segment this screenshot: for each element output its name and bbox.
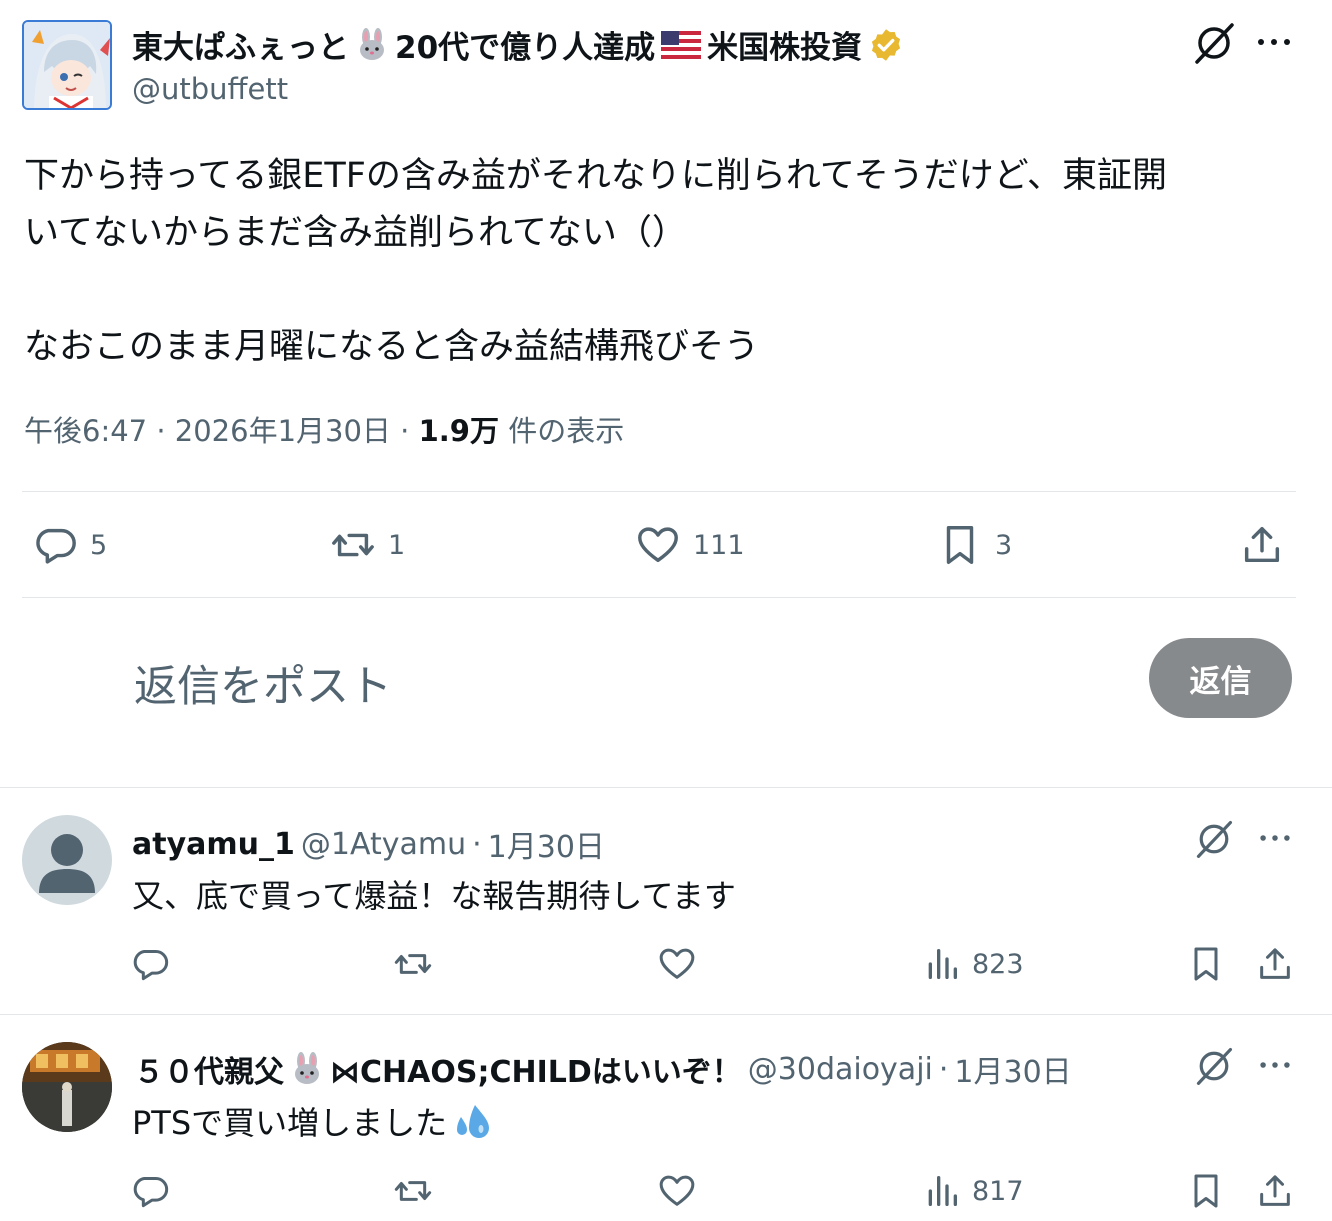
grok-icon[interactable] (1193, 1045, 1235, 1087)
reply-author-name[interactable]: atyamu_1 (132, 827, 295, 862)
more-options-icon[interactable] (1258, 827, 1292, 849)
reply-handle[interactable]: @1Atyamu (301, 827, 466, 862)
views-label: 件の表示 (508, 414, 625, 448)
reply-action[interactable] (130, 1171, 170, 1211)
reply-header: atyamu_1 @1Atyamu · 1月30日 (132, 822, 605, 866)
reply-header: ５０代親父 ⋈CHAOS;CHILDはいいぞ！ @30daioyaji · 1月… (134, 1047, 1072, 1091)
tweet-text: 下から持ってる銀ETFの含み益がそれなりに削られてそうだけど、東証開 いてないか… (24, 156, 1168, 367)
bookmark-icon (1186, 944, 1226, 984)
reply-handle[interactable]: @30daioyaji (748, 1052, 933, 1087)
avatar[interactable] (22, 1042, 112, 1132)
views-count: 817 (972, 1175, 1024, 1207)
bookmark-icon (1186, 1171, 1226, 1211)
like-action[interactable] (657, 944, 697, 984)
reply-author-name[interactable]: ５０代親父 (134, 1047, 284, 1091)
meta-separator: · (400, 414, 410, 448)
bookmark-count: 3 (995, 529, 1013, 561)
reply-text-content: PTSで買い増しました (132, 1104, 448, 1142)
meta-separator: · (938, 1051, 949, 1087)
divider (22, 491, 1296, 492)
reply-icon (32, 522, 78, 568)
views-action[interactable]: 823 (922, 944, 1024, 984)
divider (0, 787, 1332, 788)
share-icon (1239, 522, 1285, 568)
share-icon (1255, 1171, 1295, 1211)
share-action[interactable] (1239, 522, 1285, 568)
repost-icon (393, 1171, 433, 1211)
grok-icon[interactable] (1191, 20, 1237, 66)
verified-badge-icon[interactable] (868, 27, 904, 63)
reply-date[interactable]: 1月30日 (488, 822, 605, 866)
reply-text: 又、底で買って爆益！な報告期待してます (132, 871, 736, 917)
reply-button[interactable]: 返信 (1149, 638, 1292, 718)
repost-icon (393, 944, 433, 984)
reply-icon (130, 1171, 170, 1211)
like-action[interactable]: 111 (635, 522, 745, 568)
divider (0, 1014, 1332, 1015)
display-name-part: 米国株投資 (707, 30, 863, 66)
divider (22, 597, 1296, 598)
reply-author-name-suffix[interactable]: ⋈CHAOS;CHILDはいいぞ！ (330, 1047, 742, 1091)
like-count: 111 (693, 529, 745, 561)
bookmark-action[interactable] (1186, 1171, 1226, 1211)
reply-action[interactable] (130, 944, 170, 984)
display-name-part: 20代で億り人達成 (395, 30, 656, 66)
heart-icon (635, 522, 681, 568)
avatar[interactable] (22, 815, 112, 905)
tweet-date[interactable]: 2026年1月30日 (175, 414, 391, 448)
author-handle[interactable]: @utbuffett (132, 72, 288, 106)
tweet-meta: 午後6:47 · 2026年1月30日 · 1.9万 件の表示 (24, 408, 624, 450)
bookmark-icon (937, 522, 983, 568)
meta-separator: · (156, 414, 166, 448)
reply-count: 5 (90, 529, 108, 561)
heart-icon (657, 1171, 697, 1211)
reply-text-content: 又、底で買って爆益！な報告期待してます (132, 877, 736, 915)
rabbit-emoji-icon (290, 1052, 324, 1086)
rabbit-emoji-icon (355, 27, 389, 62)
tweet-time[interactable]: 午後6:47 (24, 414, 147, 448)
grok-icon[interactable] (1193, 818, 1235, 860)
reply-text: PTSで買い増しました (132, 1098, 493, 1144)
analytics-icon (922, 1171, 962, 1211)
display-name-part: 東大ぱふぇっと (132, 30, 349, 66)
more-options-icon[interactable] (1256, 30, 1292, 54)
repost-action[interactable] (393, 944, 433, 984)
share-action[interactable] (1255, 944, 1295, 984)
views-count: 823 (972, 948, 1024, 980)
bookmark-action[interactable]: 3 (937, 522, 1012, 568)
like-action[interactable] (657, 1171, 697, 1211)
author-avatar[interactable] (22, 20, 112, 110)
repost-action[interactable] (393, 1171, 433, 1211)
bookmark-action[interactable] (1186, 944, 1226, 984)
share-icon (1255, 944, 1295, 984)
views-count: 1.9万 (418, 414, 499, 448)
repost-count: 1 (388, 529, 406, 561)
author-display-name[interactable]: 東大ぱふぇっと 20代で億り人達成 米国株投資 (132, 22, 904, 67)
repost-action[interactable]: 1 (330, 522, 405, 568)
heart-icon (657, 944, 697, 984)
reply-icon (130, 944, 170, 984)
sweat-droplets-icon (451, 1101, 493, 1141)
meta-separator: · (472, 826, 482, 862)
reply-action[interactable]: 5 (32, 522, 107, 568)
more-options-icon[interactable] (1258, 1054, 1292, 1076)
repost-icon (330, 522, 376, 568)
us-flag-icon (661, 30, 702, 59)
share-action[interactable] (1255, 1171, 1295, 1211)
views-action[interactable]: 817 (922, 1171, 1024, 1211)
reply-input[interactable]: 返信をポスト (134, 652, 392, 714)
reply-date[interactable]: 1月30日 (954, 1047, 1071, 1091)
analytics-icon (922, 944, 962, 984)
